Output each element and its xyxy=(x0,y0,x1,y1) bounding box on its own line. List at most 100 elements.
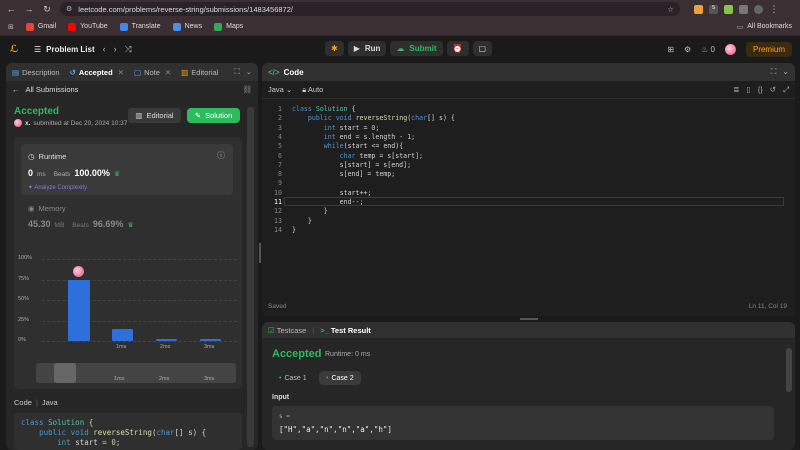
expand-icon[interactable]: ⤢ xyxy=(783,85,789,95)
slider-label: 2ms xyxy=(159,376,170,382)
analyze-complexity-link[interactable]: ✦ Analyze Complexity xyxy=(28,184,87,191)
problem-list-button[interactable]: ☰ Problem List xyxy=(34,45,95,54)
avatar[interactable] xyxy=(14,119,22,127)
your-submission-marker[interactable] xyxy=(73,265,84,277)
extension-badge-icon[interactable]: 5 xyxy=(709,4,718,14)
debug-button[interactable]: ✱ xyxy=(325,41,344,56)
code-line[interactable]: start++; xyxy=(292,189,372,197)
range-slider[interactable]: 1ms 2ms 3ms xyxy=(36,363,236,383)
code-line[interactable]: } xyxy=(292,226,296,234)
code-line[interactable]: public void reverseString(char[] s) { xyxy=(292,114,455,122)
leetcode-logo-icon[interactable]: ℒ xyxy=(8,43,20,55)
extensions-puzzle-icon[interactable] xyxy=(739,4,748,14)
language-select[interactable]: Java ⌄ xyxy=(268,85,292,94)
notes-button[interactable]: ▢ xyxy=(472,41,493,56)
bookmark-gmail[interactable]: Gmail xyxy=(25,22,56,31)
clock-icon: ◷ xyxy=(28,152,35,161)
x-tick-label: 2ms xyxy=(160,344,171,350)
memory-label[interactable]: ◉ Memory xyxy=(28,204,66,213)
solution-button[interactable]: ✎ Solution xyxy=(187,108,240,123)
submitted-code[interactable]: class Solution { public void reverseStri… xyxy=(14,413,242,450)
submit-button[interactable]: ☁ Submit xyxy=(390,41,443,56)
layout-icon[interactable]: ⊞ xyxy=(667,45,674,54)
address-bar[interactable]: ⚙ leetcode.com/problems/reverse-string/s… xyxy=(60,2,680,16)
maximize-icon[interactable]: ⛶ xyxy=(234,67,239,77)
run-button[interactable]: ▶ Run xyxy=(347,41,387,56)
scrollbar[interactable] xyxy=(247,107,254,447)
case-2-tab[interactable]: • Case 2 xyxy=(319,371,361,385)
all-bookmarks[interactable]: ▭ All Bookmarks xyxy=(737,23,792,31)
editorial-button[interactable]: ▥ Editorial xyxy=(128,108,181,123)
runtime-card[interactable]: ◷ Runtime ⓘ 0 ms Beats 100.00% ♛ ✦ Analyz… xyxy=(21,144,233,195)
tab-note[interactable]: ▢ Note ✕ xyxy=(134,68,171,77)
chart-bar[interactable] xyxy=(200,338,221,341)
code-line[interactable]: int start = 0; xyxy=(292,124,380,132)
premium-button[interactable]: Premium xyxy=(745,42,792,57)
star-icon[interactable]: ☆ xyxy=(667,5,674,14)
apps-icon[interactable]: ⊞ xyxy=(8,23,14,31)
format-icon[interactable]: ≣ xyxy=(733,85,739,95)
bookmark-translate[interactable]: Translate xyxy=(119,22,161,31)
test-panel: ☑ Testcase | >_ Test Result Accepted Run… xyxy=(262,322,795,450)
chart-bar[interactable] xyxy=(112,328,133,341)
tab-accepted[interactable]: ↺ Accepted ✕ xyxy=(70,68,124,77)
maximize-icon[interactable]: ⛶ xyxy=(771,67,777,77)
code-line[interactable]: s[start] = s[end]; xyxy=(292,161,411,169)
close-icon[interactable]: ✕ xyxy=(165,68,171,77)
prev-problem-icon[interactable]: ‹ xyxy=(103,44,106,54)
code-line[interactable]: char temp = s[start]; xyxy=(292,152,423,160)
code-line[interactable]: s[end] = temp; xyxy=(292,170,396,178)
code-line[interactable]: } xyxy=(292,207,328,215)
chevron-down-icon[interactable]: ⌄ xyxy=(782,67,789,77)
bookmark-news[interactable]: News xyxy=(172,22,202,31)
code-line[interactable]: int end = s.length - 1; xyxy=(292,133,415,141)
code-line[interactable]: class Solution { xyxy=(292,105,356,113)
line-number: 8 xyxy=(278,170,282,179)
bookmark-youtube[interactable]: YouTube xyxy=(68,22,108,31)
forward-icon[interactable]: → xyxy=(24,4,34,14)
reset-icon[interactable]: ↺ xyxy=(770,85,776,95)
scrollbar[interactable] xyxy=(786,348,792,392)
y-tick-label: 50% xyxy=(18,296,30,302)
shuffle-icon[interactable]: ⤨ xyxy=(125,44,132,55)
test-status: Accepted xyxy=(272,348,322,360)
settings-icon[interactable]: ⚙ xyxy=(684,45,691,54)
code-line[interactable]: } xyxy=(292,217,312,225)
reload-icon[interactable]: ↻ xyxy=(42,4,52,15)
url-text: leetcode.com/problems/reverse-string/sub… xyxy=(78,4,293,14)
back-icon[interactable]: ← xyxy=(6,4,16,14)
link-icon[interactable]: ⛓ xyxy=(242,85,252,94)
next-problem-icon[interactable]: › xyxy=(114,44,117,54)
book-icon: ▥ xyxy=(181,67,189,77)
tab-test-result[interactable]: >_ Test Result xyxy=(320,326,371,335)
braces-icon[interactable]: {} xyxy=(758,85,763,95)
bookmark-maps[interactable]: Maps xyxy=(214,22,243,31)
code-line[interactable]: end--; xyxy=(292,198,364,206)
code-editor[interactable]: 1 class Solution {2 public void reverseSt… xyxy=(262,101,795,301)
tab-testcase[interactable]: ☑ Testcase xyxy=(268,326,306,335)
info-icon[interactable]: ⓘ xyxy=(217,150,225,161)
tab-description[interactable]: ▤ Description xyxy=(12,68,60,77)
timer-button[interactable]: ⏰ xyxy=(446,41,469,56)
menu-icon[interactable]: ⋮ xyxy=(769,4,779,15)
auto-mode[interactable]: 🔒︎ Auto xyxy=(302,85,323,95)
back-arrow-icon: ← xyxy=(12,84,20,94)
gmail-icon xyxy=(25,22,34,31)
site-info-icon[interactable]: ⚙ xyxy=(66,5,72,13)
extension-icon[interactable] xyxy=(724,4,733,14)
streak-counter[interactable]: ♨ 0 xyxy=(701,45,715,54)
extension-icon[interactable] xyxy=(694,4,703,14)
case-1-tab[interactable]: • Case 1 xyxy=(272,371,314,385)
code-line[interactable]: while(start <= end){ xyxy=(292,142,403,150)
profile-icon[interactable] xyxy=(754,4,763,14)
tab-editorial[interactable]: ▥ Editorial xyxy=(181,68,218,77)
avatar[interactable] xyxy=(724,44,736,55)
slider-handle[interactable] xyxy=(54,363,76,383)
username[interactable]: x. xyxy=(25,120,30,127)
close-icon[interactable]: ✕ xyxy=(118,68,124,77)
all-submissions-link[interactable]: ← All Submissions ⛓ xyxy=(6,81,258,97)
chevron-down-icon[interactable]: ⌄ xyxy=(246,67,252,77)
chart-bar[interactable] xyxy=(156,338,177,341)
chart-bar[interactable] xyxy=(68,279,90,341)
bookmark-icon[interactable]: ▯ xyxy=(747,85,751,95)
